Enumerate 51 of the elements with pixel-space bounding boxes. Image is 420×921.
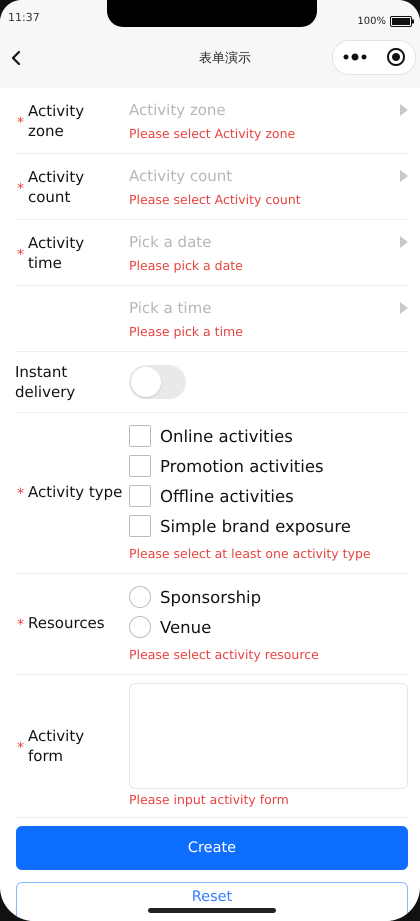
checkbox[interactable] (129, 515, 151, 537)
target-icon (386, 47, 406, 67)
checkbox[interactable] (129, 425, 151, 447)
picker-field[interactable]: Pick a date (129, 231, 408, 253)
field-label: Activity time (28, 233, 86, 273)
error-message: Please select at least one activity type (129, 545, 372, 563)
capsule-menu[interactable] (332, 40, 416, 74)
error-message: Please select Activity zone (129, 125, 296, 143)
checkbox[interactable] (129, 455, 151, 477)
field-label: Resources (28, 613, 106, 633)
error-message: Please select Activity count (129, 191, 302, 209)
field-label: Instant delivery (15, 362, 76, 402)
required-mark: * (17, 246, 25, 262)
triangle-icon (400, 236, 408, 248)
error-message: Please pick a time (129, 323, 244, 341)
radio-button[interactable] (129, 616, 151, 638)
required-mark: * (17, 114, 25, 130)
checkbox-label: Promotion activities (160, 456, 324, 476)
checkbox-label: Simple brand exposure (160, 516, 351, 536)
required-mark: * (17, 484, 25, 502)
battery-icon (390, 16, 414, 26)
primary-button[interactable]: Create (16, 826, 408, 870)
secondary-button[interactable]: Reset (16, 882, 408, 921)
triangle-icon (400, 170, 408, 182)
picker-field[interactable]: Pick a time (129, 297, 408, 319)
battery-percentage: 100% (357, 16, 386, 26)
field-label: Activity type (28, 482, 124, 502)
field-label: Activity form (28, 726, 86, 766)
picker-field[interactable]: Activity count (129, 165, 408, 187)
toggle-switch[interactable] (129, 365, 186, 399)
status-time: 11:37 (8, 10, 40, 24)
radio-button[interactable] (129, 586, 151, 608)
checkbox-label: Online activities (160, 426, 293, 446)
field-label: Activity count (28, 167, 86, 207)
required-mark: * (17, 180, 25, 196)
radio-label: Venue (160, 618, 212, 636)
error-message: Please select activity resource (129, 646, 320, 664)
field-label: Activity zone (28, 101, 86, 141)
text-area[interactable] (129, 683, 408, 789)
radio-label: Sponsorship (160, 588, 262, 606)
checkbox-label: Offline activities (160, 486, 294, 506)
more-icon (342, 53, 366, 61)
required-mark: * (17, 738, 25, 756)
page-title: 表单演示 (198, 50, 252, 67)
triangle-icon (400, 302, 408, 314)
error-message: Please pick a date (129, 257, 244, 275)
checkbox[interactable] (129, 485, 151, 507)
picker-field[interactable]: Activity zone (129, 99, 408, 121)
triangle-icon (400, 104, 408, 116)
error-message: Please input activity form (129, 791, 290, 809)
required-mark: * (17, 616, 25, 632)
